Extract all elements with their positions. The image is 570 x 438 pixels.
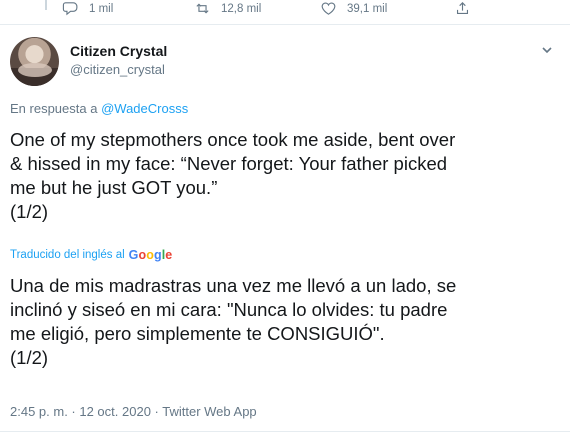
like-count: 39,1 mil (347, 2, 388, 15)
like-action[interactable]: 39,1 mil (320, 0, 387, 17)
tweet-actions-bar: 1 mil 12,8 mil 39,1 mil (62, 0, 570, 20)
reply-context: En respuesta a @WadeCrosss (10, 101, 188, 116)
reply-count: 1 mil (89, 2, 114, 15)
share-action[interactable] (454, 0, 471, 17)
more-options-button[interactable] (540, 43, 554, 57)
reply-icon (62, 2, 78, 16)
user-info[interactable]: Citizen Crystal @citizen_crystal (70, 43, 167, 77)
chevron-down-icon (542, 47, 552, 54)
retweet-icon (196, 3, 209, 14)
avatar[interactable] (10, 37, 59, 86)
retweet-action[interactable]: 12,8 mil (194, 0, 261, 17)
reply-prefix: En respuesta a (10, 101, 98, 116)
like-icon (321, 2, 336, 15)
translation-attribution: Traducido del inglés al Google (10, 248, 172, 262)
display-name[interactable]: Citizen Crystal (70, 43, 167, 59)
retweet-count: 12,8 mil (221, 2, 262, 15)
thread-line (45, 0, 47, 10)
tweet-text: One of my stepmothers once took me aside… (10, 129, 456, 222)
divider (0, 24, 570, 25)
tweet-header: Citizen Crystal @citizen_crystal (10, 37, 560, 87)
reply-action[interactable]: 1 mil (62, 0, 113, 17)
reply-mention-link[interactable]: @WadeCrosss (101, 101, 188, 116)
translated-text: Una de mis madrastras una vez me llevó a… (10, 275, 457, 368)
google-logo: Google (128, 248, 173, 262)
divider (0, 431, 570, 432)
tweet-metadata[interactable]: 2:45 p. m. · 12 oct. 2020 · Twitter Web … (10, 404, 257, 419)
translation-label: Traducido del inglés al (10, 249, 125, 261)
user-handle[interactable]: @citizen_crystal (70, 62, 167, 77)
share-icon (456, 2, 469, 15)
